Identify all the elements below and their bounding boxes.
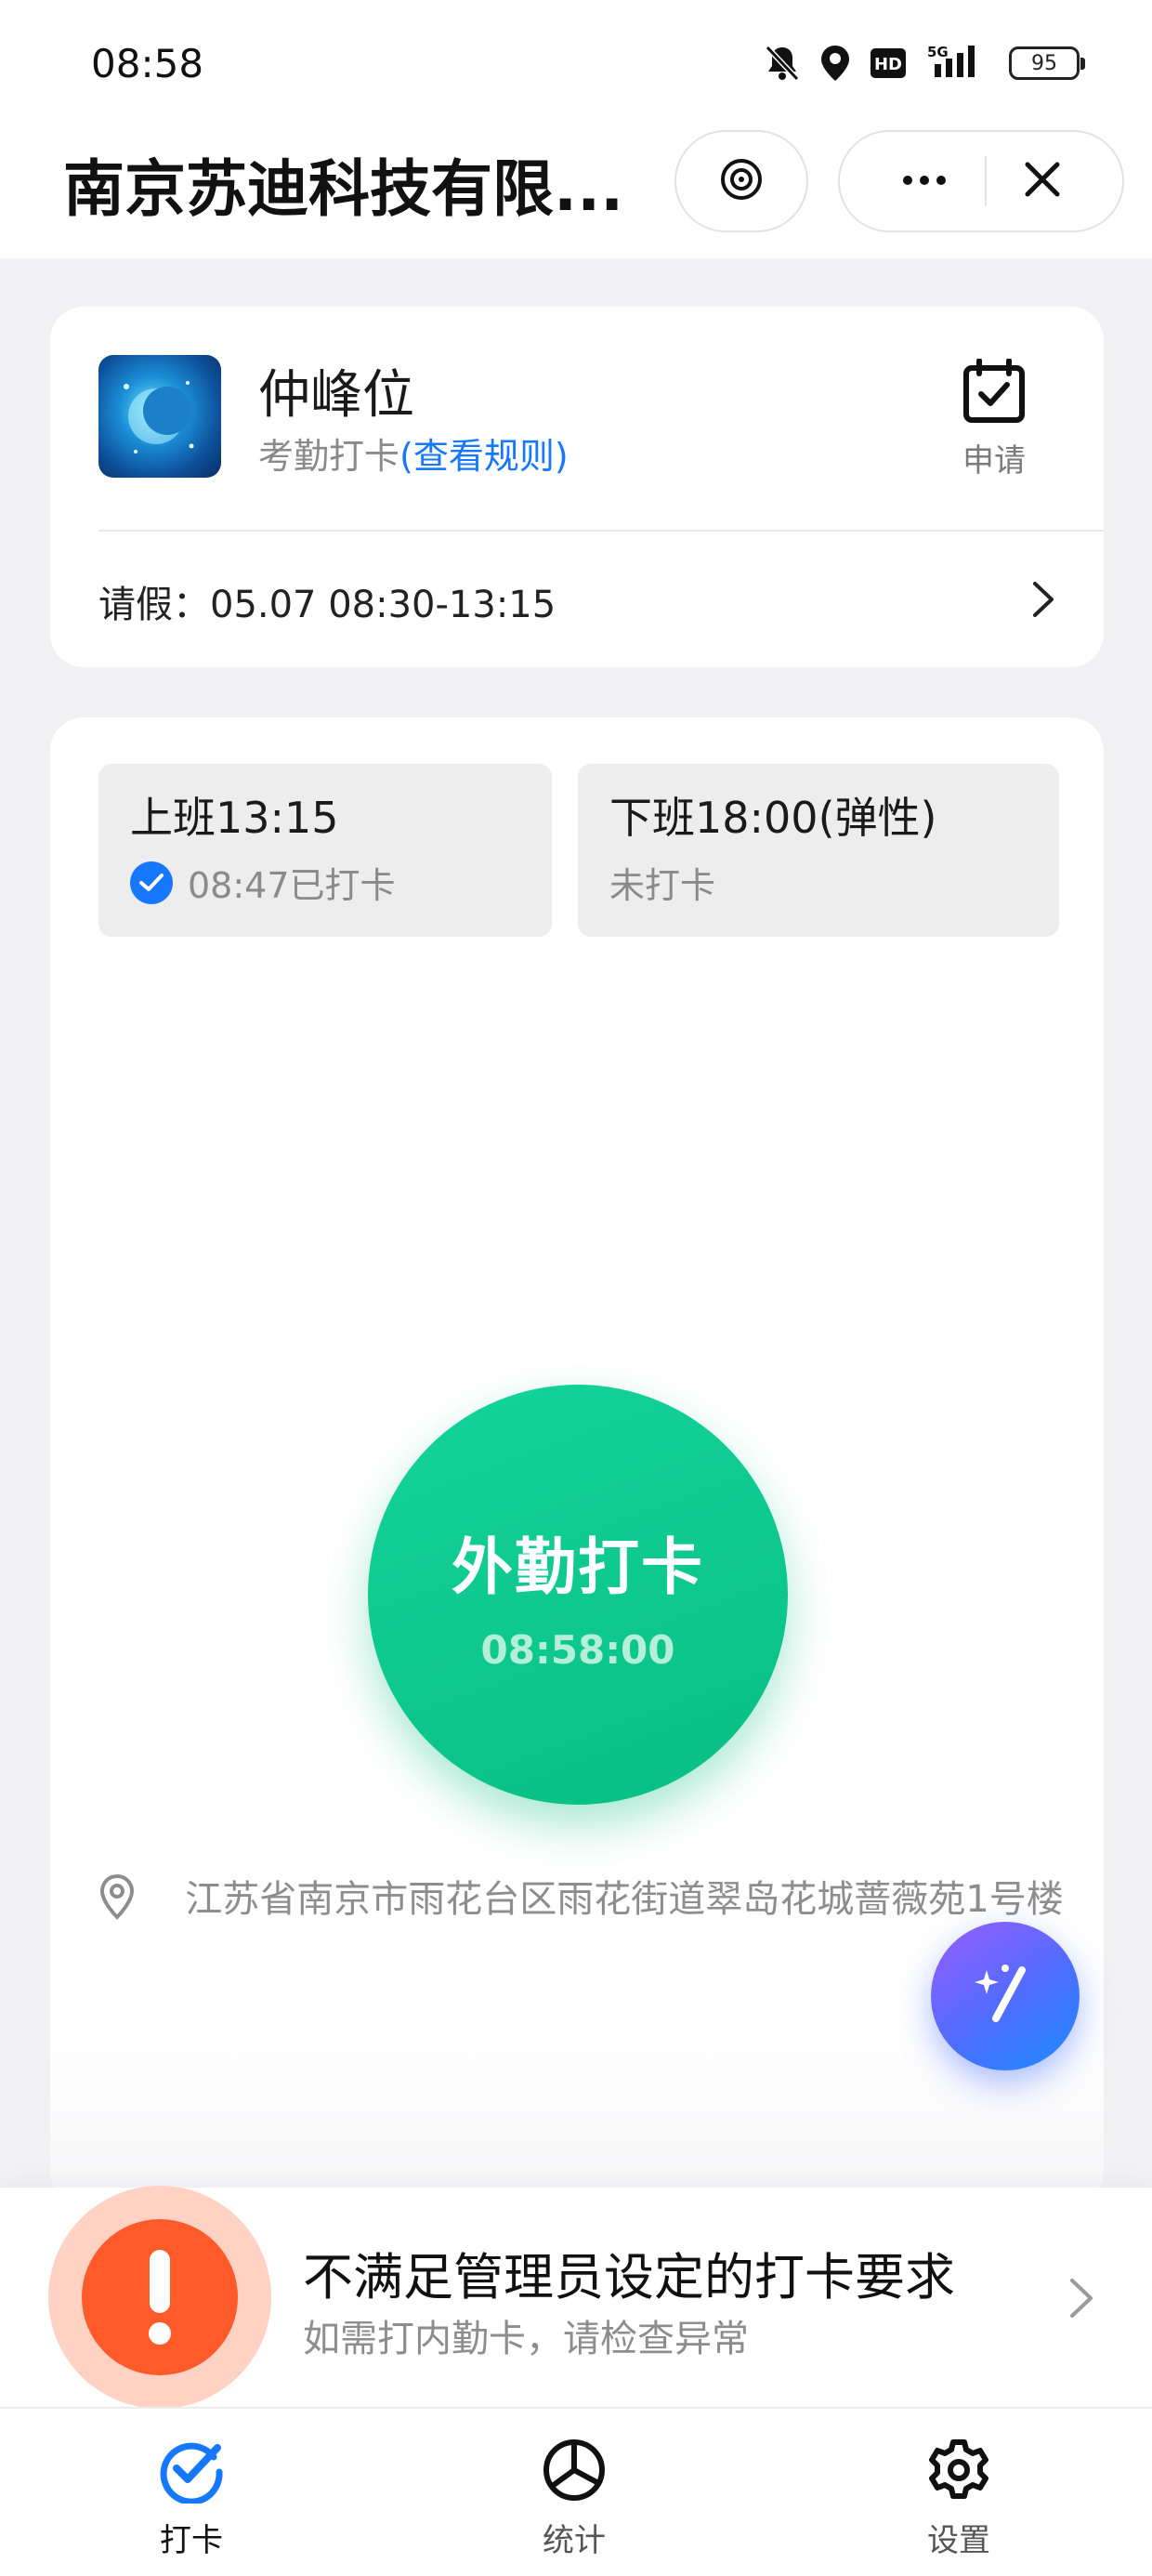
tab-label: 打卡: [160, 2522, 223, 2559]
warning-title: 不满足管理员设定的打卡要求: [303, 2248, 955, 2307]
profile-card: 仲峰位 考勤打卡(查看规则) 申请 请假：05.07 08:30-13:15: [50, 307, 1104, 667]
shift-clock-out[interactable]: 下班18:00(弹性) 未打卡: [578, 764, 1059, 937]
magic-wand-icon: [968, 1957, 1042, 2035]
shift-clock-in[interactable]: 上班13:15 08:47已打卡: [98, 764, 552, 937]
magic-assistant-button[interactable]: [931, 1922, 1080, 2070]
hd-icon: HD: [870, 47, 907, 79]
shift-title: 下班18:00(弹性): [609, 793, 937, 843]
close-icon[interactable]: [1024, 161, 1061, 202]
capsule-divider: [985, 156, 987, 206]
warning-icon: [82, 2219, 238, 2375]
shift-status-text: 未打卡: [609, 865, 716, 906]
view-rules-link[interactable]: (查看规则): [399, 436, 569, 477]
title-bar: 南京苏迪科技有限...: [0, 130, 1152, 258]
checked-icon: [130, 861, 173, 904]
leave-text: 请假：05.07 08:30-13:15: [98, 584, 556, 626]
chevron-right-icon: [1068, 2277, 1094, 2323]
apply-button[interactable]: 申请: [929, 358, 1059, 480]
location-address: 江苏省南京市雨花台区雨花街道翠岛花城蔷薇苑1号楼: [185, 1878, 1064, 1921]
punch-time: 08:58:00: [480, 1626, 675, 1673]
attendance-screen: 08:58 HD 5G 95 南京苏迪科技有限... 仲峰位 考勤打卡(查看规则…: [0, 0, 1152, 2576]
signal-icon: 5G: [925, 44, 990, 83]
location-icon: [819, 44, 851, 83]
status-icons: HD 5G 95: [764, 43, 1085, 84]
warning-banner[interactable]: 不满足管理员设定的打卡要求 如需打内勤卡，请检查异常: [0, 2186, 1152, 2409]
status-bar: 08:58 HD 5G 95: [0, 0, 1152, 130]
shift-title: 上班13:15: [130, 793, 339, 843]
svg-text:HD: HD: [874, 55, 902, 74]
page-title: 南京苏迪科技有限...: [63, 153, 624, 225]
chevron-right-icon: [1031, 580, 1055, 623]
status-time: 08:58: [91, 41, 204, 86]
card-divider: [98, 530, 1104, 532]
battery-icon: 95: [1009, 46, 1085, 80]
attendance-label: 考勤打卡: [258, 436, 400, 477]
location-target-icon: [716, 154, 766, 208]
tab-label: 设置: [927, 2522, 990, 2559]
shift-status-text: 08:47已打卡: [188, 865, 396, 906]
location-target-button[interactable]: [674, 130, 808, 232]
location-row: 江苏省南京市雨花台区雨花街道翠岛花城蔷薇苑1号楼: [98, 1870, 1083, 1929]
tab-settings[interactable]: 设置: [866, 2437, 1052, 2560]
check-icon: [158, 2442, 225, 2507]
shift-status: 未打卡: [609, 857, 1028, 908]
capsule-menu: [838, 130, 1124, 232]
attendance-subtitle: 考勤打卡(查看规则): [258, 427, 569, 479]
location-pin-icon: [98, 1873, 136, 1924]
more-icon[interactable]: [901, 173, 948, 191]
tab-bar: 打卡 统计 设置: [0, 2407, 1152, 2576]
svg-text:5G: 5G: [927, 44, 949, 60]
chart-icon: [541, 2439, 608, 2507]
gear-icon: [925, 2439, 992, 2507]
mute-icon: [764, 44, 801, 83]
calendar-check-icon: [961, 358, 1028, 429]
shift-status: 08:47已打卡: [130, 857, 520, 908]
battery-level: 95: [1031, 51, 1057, 75]
tab-punch[interactable]: 打卡: [98, 2437, 284, 2560]
tab-label: 统计: [543, 2522, 606, 2559]
avatar: [98, 355, 221, 478]
user-name: 仲峰位: [258, 365, 414, 426]
punch-label: 外勤打卡: [452, 1531, 704, 1603]
tab-stats[interactable]: 统计: [481, 2437, 667, 2560]
leave-row[interactable]: 请假：05.07 08:30-13:15: [98, 550, 1055, 652]
punch-button[interactable]: 外勤打卡 08:58:00: [368, 1385, 788, 1805]
warning-subtitle: 如需打内勤卡，请检查异常: [303, 2318, 749, 2360]
apply-label: 申请: [962, 442, 1026, 480]
